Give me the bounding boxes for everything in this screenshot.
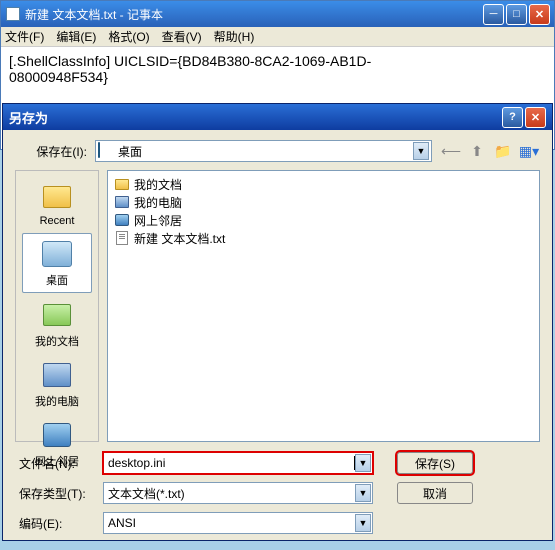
filetype-dropdown[interactable]: 文本文档(*.txt) ▼ xyxy=(103,482,373,504)
places-label: 我的电脑 xyxy=(35,393,79,409)
places-my-computer[interactable]: 我的电脑 xyxy=(22,355,92,413)
file-name: 网上邻居 xyxy=(134,212,182,229)
menu-file[interactable]: 文件(F) xyxy=(5,28,44,45)
dialog-titlebar[interactable]: 另存为 ? ✕ xyxy=(3,104,552,130)
file-name: 新建 文本文档.txt xyxy=(134,230,225,247)
content-line: [.ShellClassInfo] UICLSID={BD84B380-8CA2… xyxy=(9,53,546,69)
save-as-dialog: 另存为 ? ✕ 保存在(I): 桌面 ▼ ⟵ ⬆ 📁 ▦▾ xyxy=(2,103,553,541)
documents-icon xyxy=(41,299,73,331)
list-item[interactable]: 我的文档 xyxy=(112,175,535,193)
menu-format[interactable]: 格式(O) xyxy=(108,28,149,45)
notepad-textarea[interactable]: [.ShellClassInfo] UICLSID={BD84B380-8CA2… xyxy=(1,47,554,91)
notepad-menubar: 文件(F) 编辑(E) 格式(O) 查看(V) 帮助(H) xyxy=(1,27,554,47)
close-button[interactable]: ✕ xyxy=(529,4,550,25)
txt-file-icon xyxy=(114,230,130,246)
back-icon[interactable]: ⟵ xyxy=(440,140,462,162)
places-label: Recent xyxy=(40,215,75,227)
chevron-down-icon[interactable]: ▼ xyxy=(413,142,429,160)
list-item[interactable]: 我的电脑 xyxy=(112,193,535,211)
network-icon xyxy=(114,212,130,228)
dialog-title: 另存为 xyxy=(9,108,502,127)
places-label: 桌面 xyxy=(46,272,68,288)
save-button[interactable]: 保存(S) xyxy=(397,452,473,474)
chevron-down-icon[interactable]: ▼ xyxy=(355,454,371,472)
filetype-value: 文本文档(*.txt) xyxy=(108,485,355,502)
save-in-value: 桌面 xyxy=(118,143,413,160)
minimize-button[interactable]: ─ xyxy=(483,4,504,25)
places-my-documents[interactable]: 我的文档 xyxy=(22,295,92,353)
menu-view[interactable]: 查看(V) xyxy=(162,28,202,45)
maximize-button[interactable]: □ xyxy=(506,4,527,25)
places-bar: Recent 桌面 我的文档 我的电脑 网上邻居 xyxy=(15,170,99,442)
file-name: 我的电脑 xyxy=(134,194,182,211)
save-in-label: 保存在(I): xyxy=(15,143,95,160)
new-folder-icon[interactable]: 📁 xyxy=(492,140,514,162)
help-button[interactable]: ? xyxy=(502,107,523,128)
places-recent[interactable]: Recent xyxy=(22,177,92,231)
dialog-close-button[interactable]: ✕ xyxy=(525,107,546,128)
file-list[interactable]: 我的文档 我的电脑 网上邻居 新建 文本文档.txt xyxy=(107,170,540,442)
filename-value: desktop.ini xyxy=(108,456,355,470)
list-item[interactable]: 新建 文本文档.txt xyxy=(112,229,535,247)
encoding-value: ANSI xyxy=(108,516,355,530)
places-label: 我的文档 xyxy=(35,333,79,349)
file-name: 我的文档 xyxy=(134,176,182,193)
filename-input[interactable]: desktop.ini ▼ xyxy=(103,452,373,474)
computer-icon xyxy=(41,359,73,391)
encoding-label: 编码(E): xyxy=(15,515,103,532)
desktop-icon xyxy=(41,238,73,270)
menu-help[interactable]: 帮助(H) xyxy=(214,28,255,45)
save-in-dropdown[interactable]: 桌面 ▼ xyxy=(95,140,432,162)
list-item[interactable]: 网上邻居 xyxy=(112,211,535,229)
computer-icon xyxy=(114,194,130,210)
filetype-label: 保存类型(T): xyxy=(15,485,103,502)
cancel-button[interactable]: 取消 xyxy=(397,482,473,504)
chevron-down-icon[interactable]: ▼ xyxy=(355,514,371,532)
recent-icon xyxy=(41,181,73,213)
content-line: 08000948F534} xyxy=(9,69,546,85)
encoding-dropdown[interactable]: ANSI ▼ xyxy=(103,512,373,534)
desktop-icon xyxy=(98,143,114,159)
view-menu-icon[interactable]: ▦▾ xyxy=(518,140,540,162)
notepad-titlebar[interactable]: 新建 文本文档.txt - 记事本 ─ □ ✕ xyxy=(1,1,554,27)
notepad-icon xyxy=(5,6,21,22)
network-icon xyxy=(41,419,73,451)
chevron-down-icon[interactable]: ▼ xyxy=(355,484,371,502)
notepad-title: 新建 文本文档.txt - 记事本 xyxy=(25,6,483,23)
places-desktop[interactable]: 桌面 xyxy=(22,233,92,293)
filename-label: 文件名(N): xyxy=(15,455,103,472)
folder-icon xyxy=(114,176,130,192)
menu-edit[interactable]: 编辑(E) xyxy=(56,28,96,45)
up-folder-icon[interactable]: ⬆ xyxy=(466,140,488,162)
